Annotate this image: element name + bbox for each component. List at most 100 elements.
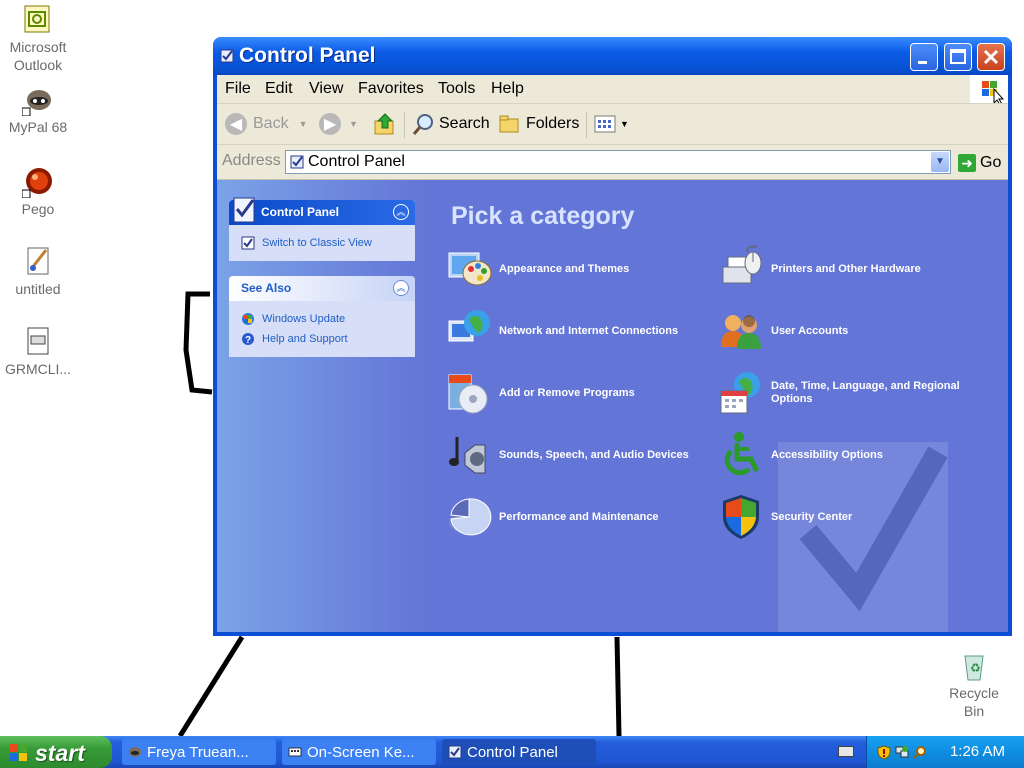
forward-button[interactable]: ▶ ▼ bbox=[319, 110, 358, 138]
address-dropdown-icon[interactable]: ▼ bbox=[931, 152, 949, 172]
speaker-icon bbox=[445, 431, 493, 479]
collapse-chevron-icon[interactable]: ︽ bbox=[393, 204, 409, 220]
title-bar[interactable]: Control Panel bbox=[213, 37, 1012, 75]
views-dropdown-icon: ▼ bbox=[620, 119, 629, 129]
date-time-globe-icon bbox=[717, 369, 765, 417]
see-also-box-header[interactable]: See Also ︽ bbox=[229, 276, 415, 301]
menu-bar: File Edit View Favorites Tools Help bbox=[217, 75, 1008, 106]
up-folder-button[interactable] bbox=[373, 110, 397, 138]
taskbar-button-on-screen-keyboard[interactable]: On-Screen Ke... bbox=[282, 739, 436, 765]
minimize-button[interactable] bbox=[910, 43, 938, 71]
back-dropdown-icon[interactable]: ▼ bbox=[299, 119, 308, 129]
forward-dropdown-icon[interactable]: ▼ bbox=[349, 119, 358, 129]
window-title: Control Panel bbox=[239, 44, 376, 67]
start-button[interactable]: start bbox=[0, 736, 112, 768]
user-accounts-icon bbox=[717, 307, 765, 355]
menu-file[interactable]: File bbox=[225, 80, 251, 98]
category-accessibility[interactable]: Accessibility Options bbox=[717, 431, 981, 479]
security-shield-icon bbox=[717, 493, 765, 541]
see-also-box: See Also ︽ Windows Update ? Help and Sup… bbox=[229, 276, 415, 357]
pick-a-category-heading: Pick a category bbox=[451, 202, 635, 230]
task-pane: Control Panel ︽ Switch to Classic View S… bbox=[217, 180, 427, 632]
category-label: Accessibility Options bbox=[771, 448, 883, 461]
network-tray-icon[interactable] bbox=[895, 745, 909, 759]
menu-view[interactable]: View bbox=[309, 80, 343, 98]
windows-logo-icon bbox=[970, 75, 1008, 106]
category-sounds-speech-audio[interactable]: Sounds, Speech, and Audio Devices bbox=[445, 431, 709, 479]
menu-help[interactable]: Help bbox=[491, 80, 524, 98]
folders-label: Folders bbox=[526, 115, 580, 132]
windows-update-link[interactable]: Windows Update bbox=[241, 309, 405, 329]
raccoon-small-icon bbox=[129, 747, 141, 757]
toolbar: ◀ Back ▼ ▶ ▼ Search Folders ▼ bbox=[217, 104, 1008, 145]
menu-edit[interactable]: Edit bbox=[265, 80, 293, 98]
start-label: start bbox=[35, 740, 85, 766]
category-security-center[interactable]: Security Center bbox=[717, 493, 981, 541]
clock[interactable]: 1:26 AM bbox=[950, 743, 1005, 760]
category-label: Performance and Maintenance bbox=[499, 510, 659, 523]
back-label: Back bbox=[253, 115, 289, 132]
toolbar-separator bbox=[586, 112, 587, 138]
control-panel-box-header[interactable]: Control Panel ︽ bbox=[229, 197, 415, 225]
address-value: Control Panel bbox=[308, 153, 405, 170]
security-alert-icon[interactable] bbox=[877, 745, 891, 759]
category-label: Add or Remove Programs bbox=[499, 386, 635, 399]
control-panel-box: Control Panel ︽ Switch to Classic View bbox=[229, 197, 415, 261]
category-label: User Accounts bbox=[771, 324, 849, 337]
search-icon bbox=[412, 114, 433, 135]
category-label: Security Center bbox=[771, 510, 853, 523]
switch-to-classic-view-label: Switch to Classic View bbox=[262, 237, 372, 249]
taskbar-button-control-panel[interactable]: Control Panel bbox=[442, 739, 596, 765]
category-printers-hardware[interactable]: Printers and Other Hardware bbox=[717, 245, 981, 293]
search-tray-icon[interactable] bbox=[913, 745, 927, 759]
switch-to-classic-view-link[interactable]: Switch to Classic View bbox=[241, 233, 405, 253]
language-bar-keyboard-icon[interactable] bbox=[838, 746, 854, 757]
address-input[interactable]: Control Panel ▼ bbox=[285, 150, 951, 174]
go-arrow-icon: ➜ bbox=[958, 154, 976, 172]
folders-button[interactable]: Folders bbox=[498, 110, 579, 138]
maximize-button[interactable] bbox=[944, 43, 972, 71]
category-date-time-language[interactable]: Date, Time, Language, and Regional Optio… bbox=[717, 369, 981, 417]
appearance-themes-icon bbox=[445, 245, 493, 293]
category-label: Appearance and Themes bbox=[499, 262, 630, 275]
accessibility-icon bbox=[717, 431, 765, 479]
category-pane: Pick a category Appearance and Themes Ne… bbox=[427, 180, 1008, 632]
taskbar-button-freya[interactable]: Freya Truean... bbox=[122, 739, 276, 765]
menu-tools[interactable]: Tools bbox=[438, 80, 475, 98]
back-button[interactable]: ◀ Back ▼ bbox=[225, 110, 308, 138]
collapse-chevron-icon[interactable]: ︽ bbox=[393, 280, 409, 296]
control-panel-box-title: Control Panel bbox=[261, 205, 340, 219]
taskbar: start Freya Truean... On-Screen Ke... Co… bbox=[0, 736, 1024, 768]
address-bar: Address Control Panel ▼ ➜ Go bbox=[217, 145, 1008, 180]
control-panel-checklist-icon bbox=[233, 197, 255, 223]
close-button[interactable] bbox=[977, 43, 1005, 71]
go-button[interactable]: ➜ Go bbox=[958, 151, 1001, 175]
category-appearance-themes[interactable]: Appearance and Themes bbox=[445, 245, 709, 293]
category-add-remove-programs[interactable]: Add or Remove Programs bbox=[445, 369, 709, 417]
help-and-support-link[interactable]: ? Help and Support bbox=[241, 329, 405, 349]
go-label: Go bbox=[980, 154, 1002, 171]
control-panel-window: Control Panel File Edit View Favorites T… bbox=[213, 37, 1012, 636]
windows-flag-icon bbox=[10, 744, 27, 761]
see-also-box-title: See Also bbox=[241, 281, 292, 295]
category-user-accounts[interactable]: User Accounts bbox=[717, 307, 981, 355]
forward-arrow-icon: ▶ bbox=[319, 113, 341, 135]
folders-icon bbox=[499, 115, 519, 133]
menu-favorites[interactable]: Favorites bbox=[358, 80, 424, 98]
taskbar-button-label: Freya Truean... bbox=[147, 743, 249, 761]
classic-view-icon bbox=[241, 236, 255, 250]
printer-icon bbox=[717, 245, 765, 293]
system-tray: 1:26 AM bbox=[866, 736, 1024, 768]
up-folder-icon bbox=[374, 113, 394, 135]
taskbar-button-label: Control Panel bbox=[467, 743, 558, 761]
toolbar-separator bbox=[404, 112, 405, 138]
svg-text:?: ? bbox=[245, 335, 251, 346]
control-panel-small-icon bbox=[448, 745, 462, 759]
views-button[interactable]: ▼ bbox=[593, 110, 629, 138]
category-performance-maintenance[interactable]: Performance and Maintenance bbox=[445, 493, 709, 541]
add-remove-programs-icon bbox=[445, 369, 493, 417]
search-button[interactable]: Search bbox=[411, 110, 490, 138]
category-label: Network and Internet Connections bbox=[499, 324, 679, 337]
category-network-internet[interactable]: Network and Internet Connections bbox=[445, 307, 709, 355]
control-panel-small-icon bbox=[290, 155, 304, 169]
